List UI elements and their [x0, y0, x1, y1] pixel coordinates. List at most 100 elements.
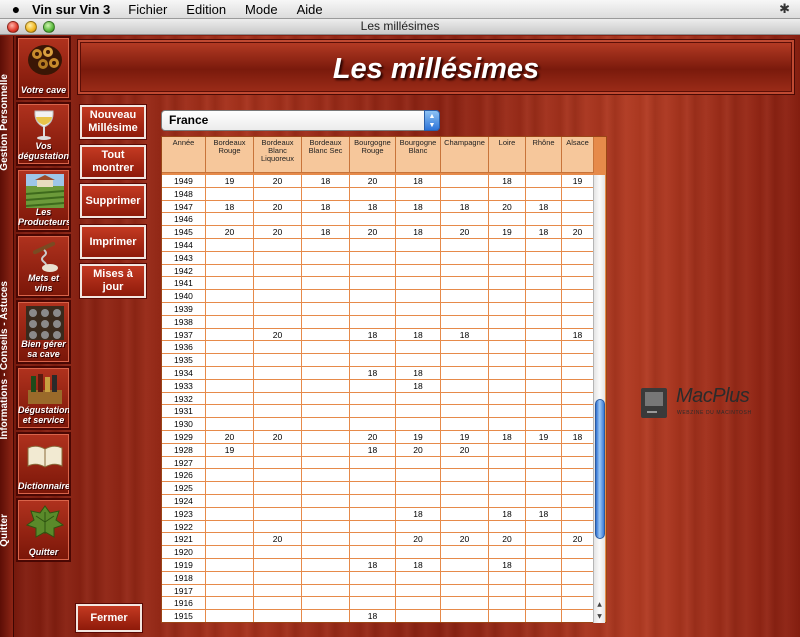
rating-cell[interactable]: 18: [562, 328, 594, 341]
nav-bien-gerer-sa-cave[interactable]: Bien gérer sa cave: [16, 300, 71, 364]
rating-cell[interactable]: [302, 469, 350, 482]
rating-cell[interactable]: [254, 494, 302, 507]
rating-cell[interactable]: [396, 456, 441, 469]
rating-cell[interactable]: [254, 520, 302, 533]
rating-cell[interactable]: [350, 264, 396, 277]
rating-cell[interactable]: [302, 533, 350, 546]
rating-cell[interactable]: [489, 213, 526, 226]
rating-cell[interactable]: [254, 354, 302, 366]
rating-cell[interactable]: 20: [254, 533, 302, 546]
rating-cell[interactable]: 18: [206, 200, 254, 213]
table-row[interactable]: 1916: [162, 597, 594, 610]
table-row[interactable]: 1927: [162, 456, 594, 470]
year-cell[interactable]: 1924: [162, 494, 206, 507]
nav-votre-cave[interactable]: Votre cave: [16, 36, 71, 100]
rating-cell[interactable]: [206, 456, 254, 469]
rating-cell[interactable]: 20: [254, 430, 302, 443]
year-cell[interactable]: 1940: [162, 290, 206, 302]
rating-cell[interactable]: [441, 379, 489, 392]
rating-cell[interactable]: [396, 520, 441, 533]
nav-quitter[interactable]: Quitter: [16, 498, 71, 562]
rating-cell[interactable]: [302, 418, 350, 430]
rating-cell[interactable]: [526, 341, 562, 354]
table-row[interactable]: 1935: [162, 354, 594, 367]
rating-cell[interactable]: [441, 520, 489, 533]
rating-cell[interactable]: [562, 571, 594, 584]
rating-cell[interactable]: 20: [489, 200, 526, 213]
rating-cell[interactable]: 20: [396, 443, 441, 456]
rating-cell[interactable]: [254, 251, 302, 264]
rating-cell[interactable]: [254, 571, 302, 584]
window-zoom-icon[interactable]: [43, 21, 55, 33]
table-row[interactable]: 1947 18 20 18 18 18 18 20 18: [162, 200, 594, 214]
table-row[interactable]: 1940: [162, 290, 594, 303]
rating-cell[interactable]: 19: [526, 430, 562, 443]
rating-cell[interactable]: [489, 302, 526, 315]
rating-cell[interactable]: [489, 277, 526, 290]
rating-cell[interactable]: [526, 418, 562, 430]
rating-cell[interactable]: [396, 546, 441, 558]
rating-cell[interactable]: [441, 405, 489, 418]
year-cell[interactable]: 1941: [162, 277, 206, 290]
rating-cell[interactable]: [350, 482, 396, 494]
rating-cell[interactable]: [441, 494, 489, 507]
rating-cell[interactable]: [489, 597, 526, 610]
rating-cell[interactable]: [396, 341, 441, 354]
table-row[interactable]: 1943: [162, 251, 594, 265]
rating-cell[interactable]: [350, 418, 396, 430]
rating-cell[interactable]: [254, 418, 302, 430]
rating-cell[interactable]: [302, 482, 350, 494]
rating-cell[interactable]: [206, 302, 254, 315]
rating-cell[interactable]: [489, 264, 526, 277]
rating-cell[interactable]: [441, 546, 489, 558]
table-row[interactable]: 1939: [162, 302, 594, 316]
rating-cell[interactable]: [254, 238, 302, 251]
year-cell[interactable]: 1929: [162, 430, 206, 443]
year-cell[interactable]: 1925: [162, 482, 206, 494]
year-cell[interactable]: 1931: [162, 405, 206, 418]
rating-cell[interactable]: [254, 610, 302, 622]
apple-menu-icon[interactable]: ●: [0, 1, 32, 17]
rating-cell[interactable]: [254, 507, 302, 520]
rating-cell[interactable]: [206, 418, 254, 430]
rating-cell[interactable]: 19: [206, 175, 254, 187]
rating-cell[interactable]: [441, 187, 489, 200]
rating-cell[interactable]: [562, 379, 594, 392]
rating-cell[interactable]: 18: [302, 226, 350, 238]
rating-cell[interactable]: [489, 443, 526, 456]
year-cell[interactable]: 1946: [162, 213, 206, 226]
rating-cell[interactable]: [254, 315, 302, 328]
rating-cell[interactable]: 18: [302, 200, 350, 213]
rating-cell[interactable]: [206, 328, 254, 341]
rating-cell[interactable]: [562, 290, 594, 302]
rating-cell[interactable]: [441, 290, 489, 302]
rating-cell[interactable]: 20: [350, 430, 396, 443]
rating-cell[interactable]: 18: [350, 443, 396, 456]
rating-cell[interactable]: [350, 277, 396, 290]
rating-cell[interactable]: [441, 354, 489, 366]
rating-cell[interactable]: [206, 546, 254, 558]
year-cell[interactable]: 1928: [162, 443, 206, 456]
rating-cell[interactable]: [302, 494, 350, 507]
rating-cell[interactable]: [206, 366, 254, 379]
nav-les-producteurs[interactable]: Les Producteurs: [16, 168, 71, 232]
rating-cell[interactable]: 18: [526, 226, 562, 238]
rating-cell[interactable]: [441, 597, 489, 610]
rating-cell[interactable]: [396, 315, 441, 328]
scroll-down-icon[interactable]: ▼: [594, 611, 605, 623]
column-header[interactable]: Bordeaux Blanc Liquoreux: [254, 137, 302, 173]
year-cell[interactable]: 1918: [162, 571, 206, 584]
rating-cell[interactable]: [441, 264, 489, 277]
year-cell[interactable]: 1939: [162, 302, 206, 315]
table-row[interactable]: 1932: [162, 392, 594, 406]
rating-cell[interactable]: [396, 238, 441, 251]
rating-cell[interactable]: [489, 494, 526, 507]
table-row[interactable]: 1931: [162, 405, 594, 418]
rating-cell[interactable]: [302, 443, 350, 456]
rating-cell[interactable]: [562, 213, 594, 226]
rating-cell[interactable]: 18: [396, 200, 441, 213]
rating-cell[interactable]: [562, 418, 594, 430]
rating-cell[interactable]: [254, 456, 302, 469]
rating-cell[interactable]: 19: [206, 443, 254, 456]
rating-cell[interactable]: [489, 238, 526, 251]
